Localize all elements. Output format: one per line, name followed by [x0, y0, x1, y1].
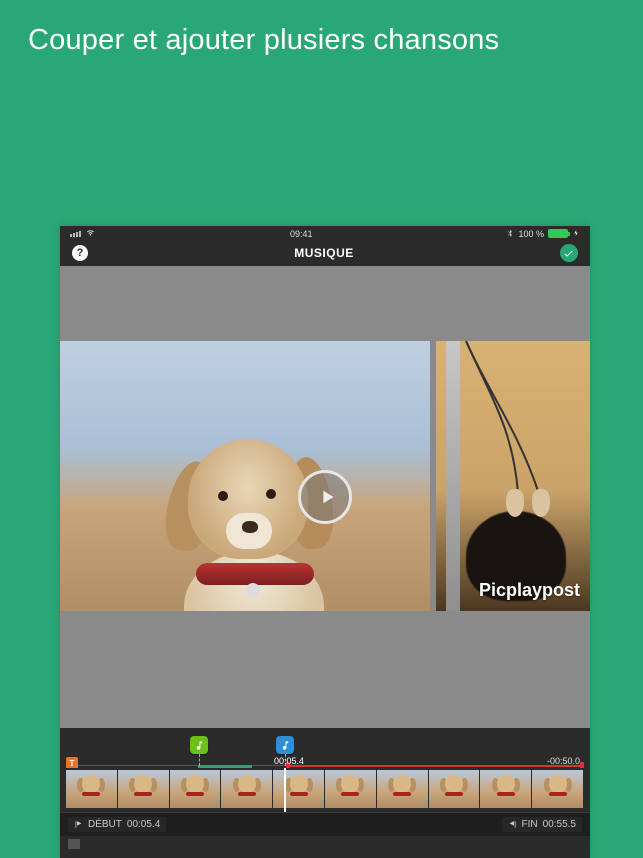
confirm-button[interactable]: [560, 244, 578, 262]
thumbnail[interactable]: [532, 770, 583, 808]
thumbnail[interactable]: [480, 770, 531, 808]
thumbnail[interactable]: [221, 770, 272, 808]
status-time: 09:41: [290, 229, 313, 239]
music-clip-blue[interactable]: [276, 736, 294, 754]
collage-pane-left[interactable]: [60, 341, 430, 611]
trim-start-button[interactable]: DÉBUT 00:05.4: [68, 817, 166, 832]
trim-end-value: 00:55.5: [543, 819, 576, 830]
check-icon: [563, 248, 574, 259]
help-button[interactable]: ?: [72, 245, 88, 261]
option-block[interactable]: [68, 839, 80, 849]
thumbnail[interactable]: [429, 770, 480, 808]
flag-start-icon: [74, 820, 83, 829]
collage-pane-right[interactable]: Picplaypost: [436, 341, 590, 611]
battery-percent: 100 %: [518, 229, 544, 239]
trim-start-label: DÉBUT: [88, 819, 122, 830]
preview-canvas: Picplaypost: [60, 266, 590, 728]
thumbnail[interactable]: [118, 770, 169, 808]
music-lane[interactable]: T 00:05.4 -00:50.0: [60, 732, 590, 768]
music-clip-red-range[interactable]: [288, 765, 582, 767]
screen-title: MUSIQUE: [294, 246, 354, 260]
flag-end-icon: [508, 820, 517, 829]
thumbnail[interactable]: [170, 770, 221, 808]
watermark: Picplaypost: [479, 580, 580, 601]
play-icon: [316, 486, 338, 508]
bluetooth-icon: [506, 229, 514, 239]
charging-icon: [572, 229, 580, 239]
trim-start-value: 00:05.4: [127, 819, 160, 830]
thumbnail[interactable]: [325, 770, 376, 808]
trim-bar: DÉBUT 00:05.4 FIN 00:55.5: [60, 812, 590, 836]
cellular-signal-icon: [70, 231, 81, 237]
remaining-time: -00:50.0: [547, 756, 580, 766]
promo-headline: Couper et ajouter plusiers chansons: [0, 0, 643, 81]
status-bar: 09:41 100 %: [60, 226, 590, 240]
app-bar: ? MUSIQUE: [60, 240, 590, 266]
battery-icon: [548, 229, 568, 238]
playhead[interactable]: [284, 768, 286, 812]
bottom-row: [60, 836, 590, 852]
trim-end-label: FIN: [522, 819, 538, 830]
thumbnail[interactable]: [273, 770, 324, 808]
trim-end-button[interactable]: FIN 00:55.5: [502, 817, 582, 832]
play-button[interactable]: [298, 470, 352, 524]
thumbnail-strip[interactable]: [60, 768, 590, 812]
thumbnail[interactable]: [66, 770, 117, 808]
device-frame: 09:41 100 % ? MUSIQUE: [60, 226, 590, 858]
wifi-icon: [85, 227, 96, 241]
music-note-icon: [194, 740, 205, 751]
music-clip-green[interactable]: [190, 736, 208, 754]
playhead-time: 00:05.4: [274, 756, 304, 766]
thumbnail[interactable]: [377, 770, 428, 808]
timeline: T 00:05.4 -00:50.0: [60, 732, 590, 852]
music-note-icon: [280, 740, 291, 751]
